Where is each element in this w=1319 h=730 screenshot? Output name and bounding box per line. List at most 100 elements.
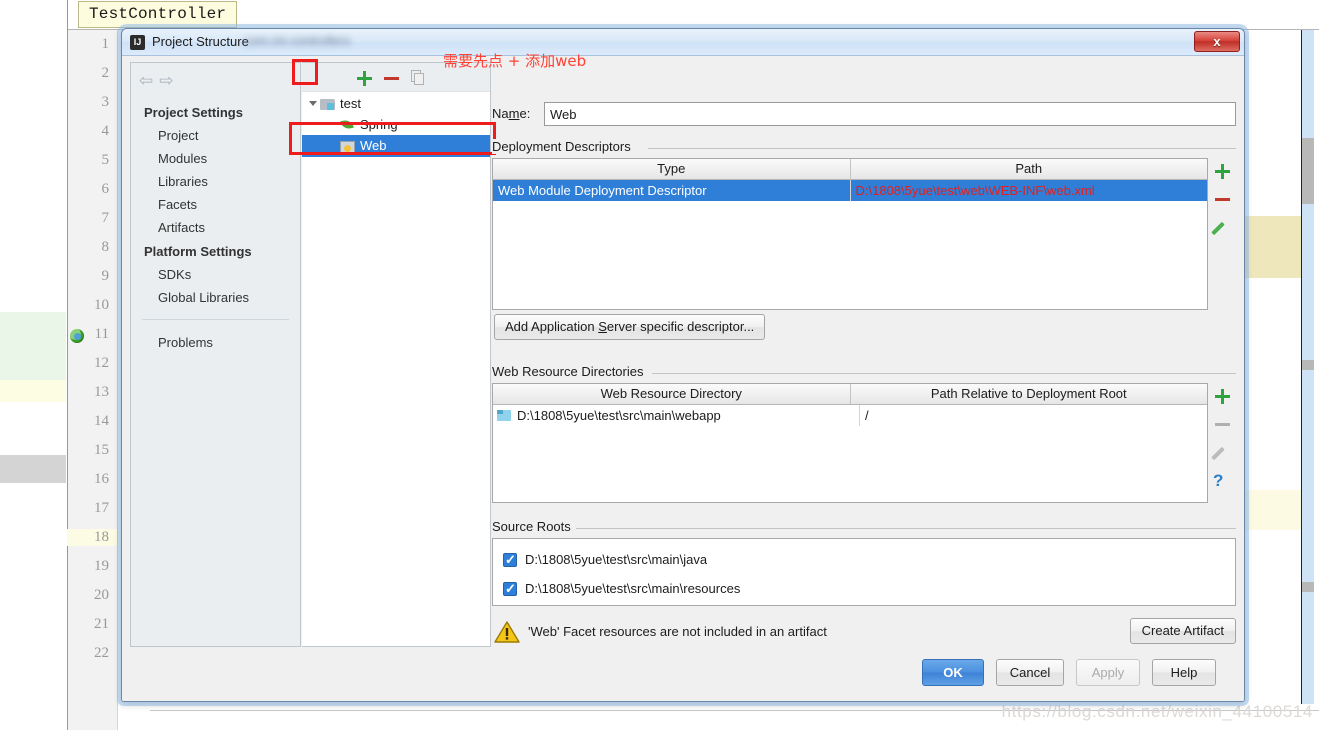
remove-facet-button[interactable] [382,69,400,87]
cell-directory: D:\1808\5yue\test\src\main\webapp [493,405,859,426]
checkbox-checked-icon[interactable] [503,552,517,568]
scrollbar-marker-2[interactable] [1302,582,1314,592]
add-application-server-descriptor-button[interactable]: Add Application Server specific descript… [494,314,766,340]
sidebar-item-facets[interactable]: Facets [158,197,197,212]
source-roots-list[interactable]: D:\1808\5yue\test\src\main\java D:\1808\… [492,538,1236,606]
close-icon[interactable]: x [1194,31,1240,52]
source-root-label: D:\1808\5yue\test\src\main\resources [525,581,741,596]
dialog-title-bar[interactable]: IJ Project Structure com.mr.controllers … [122,29,1244,56]
column-header-path-relative[interactable]: Path Relative to Deployment Root [849,384,1208,404]
remove-web-resource-button [1213,415,1233,435]
line-number: 7 [101,210,110,226]
scrollbar-marker-1[interactable] [1302,360,1314,370]
line-number: 14 [94,413,109,429]
sidebar-item-global-libraries[interactable]: Global Libraries [158,290,249,305]
source-root-label: D:\1808\5yue\test\src\main\java [525,552,708,567]
apply-button: Apply [1076,659,1140,686]
module-folder-icon [320,97,335,110]
line-number: 21 [94,616,109,632]
dialog-title: Project Structure [152,34,249,49]
tree-node-label: Spring [360,117,398,132]
highlight-band-green [0,312,66,380]
facet-name-row: Name: [492,102,1236,126]
remove-descriptor-button[interactable] [1213,190,1233,210]
tree-node-spring[interactable]: Spring [302,114,490,135]
artifact-warning-text: 'Web' Facet resources are not included i… [528,624,827,639]
line-number: 22 [94,645,109,661]
table-row[interactable]: Web Module Deployment Descriptor D:\1808… [493,180,1207,201]
list-item[interactable]: D:\1808\5yue\test\src\main\java [493,549,1235,573]
annotation-note: 需要先点 + 添加web [443,52,587,70]
cell-type: Web Module Deployment Descriptor [498,183,707,198]
line-number: 8 [101,239,110,255]
web-resource-directories-label: Web Resource Directories [492,364,649,379]
group-rule [648,148,1236,149]
nav-arrows[interactable]: ⇦⇨ [139,71,180,91]
arrow-right-icon[interactable]: ⇨ [159,71,179,90]
dialog-footer: OK Cancel Apply Help [130,647,1236,701]
add-facet-button[interactable] [355,69,373,87]
table-header: Type Path [493,159,1207,180]
list-item[interactable]: D:\1808\5yue\test\src\main\resources [493,578,1235,602]
copy-facet-button[interactable] [409,69,427,87]
add-web-resource-button[interactable] [1213,387,1233,407]
column-header-web-resource-directory[interactable]: Web Resource Directory [493,384,850,404]
nav-group-platform-settings: Platform Settings [144,244,252,259]
artifact-warning-row: 'Web' Facet resources are not included i… [492,618,1236,650]
copy-icon [411,70,424,85]
ok-button[interactable]: OK [922,659,984,686]
sidebar-item-problems[interactable]: Problems [158,335,213,350]
left-margin-strip [0,0,68,730]
sidebar-item-sdks[interactable]: SDKs [158,267,191,282]
web-resource-directories-toolbar: ? [1210,383,1236,503]
line-number: 19 [94,558,109,574]
line-number: 9 [101,268,110,284]
tree-node-test[interactable]: test [302,93,490,114]
scrollbar-thumb[interactable] [1302,138,1314,204]
cell-relative-path: / [859,405,1207,426]
sidebar-item-modules[interactable]: Modules [158,151,207,166]
nav-divider [142,319,289,320]
column-header-type[interactable]: Type [493,159,850,179]
line-number: 12 [94,355,109,371]
line-number: 20 [94,587,109,603]
column-header-path[interactable]: Path [849,159,1208,179]
tree-node-web[interactable]: Web [302,135,490,157]
group-rule [568,528,1236,529]
nav-group-project-settings: Project Settings [144,105,243,120]
highlight-band-yellow [0,380,66,402]
checkbox-checked-icon[interactable] [503,581,517,597]
editor-gutter: 1 2 3 4 5 6 7 8 9 10 11 12 13 14 15 16 17 18 19 20 21 22 [67,30,118,730]
facet-name-input[interactable] [544,102,1236,126]
edit-descriptor-button[interactable] [1213,218,1233,238]
deployment-descriptors-table[interactable]: Type Path Web Module Deployment Descript… [492,158,1208,310]
chevron-down-icon[interactable] [309,101,317,110]
line-number: 15 [94,442,109,458]
cancel-button[interactable]: Cancel [996,659,1064,686]
line-number: 2 [101,65,110,81]
editor-scrollbar[interactable] [1301,30,1319,704]
sidebar-item-libraries[interactable]: Libraries [158,174,208,189]
line-number: 1 [101,36,110,52]
editor-tab-testcontroller[interactable]: TestController [78,1,238,28]
tree-node-label: Web [360,138,387,153]
web-resource-help-button[interactable]: ? [1213,471,1233,491]
arrow-left-icon[interactable]: ⇦ [139,71,159,90]
table-row[interactable]: D:\1808\5yue\test\src\main\webapp / [493,405,1207,426]
create-artifact-button[interactable]: Create Artifact [1129,618,1236,644]
edit-web-resource-button [1213,443,1233,463]
settings-nav-panel: ⇦⇨ Project Settings Project Modules Libr… [130,62,301,647]
sidebar-item-artifacts[interactable]: Artifacts [158,220,205,235]
add-descriptor-button[interactable] [1213,162,1233,182]
source-roots-label: Source Roots [492,519,576,534]
sidebar-item-project[interactable]: Project [158,128,198,143]
help-button[interactable]: Help [1152,659,1216,686]
line-number: 10 [94,297,109,313]
web-resource-directories-table[interactable]: Web Resource Directory Path Relative to … [492,383,1208,503]
deployment-descriptors-label: Deployment Descriptors [492,139,636,154]
tree-node-label: test [340,96,361,111]
spring-gutter-icon[interactable] [70,329,84,343]
dialog-title-blurred-path: com.mr.controllers [244,33,351,48]
facet-tree-panel: test Spring Web [302,62,491,647]
highlight-band-grey [0,455,66,483]
